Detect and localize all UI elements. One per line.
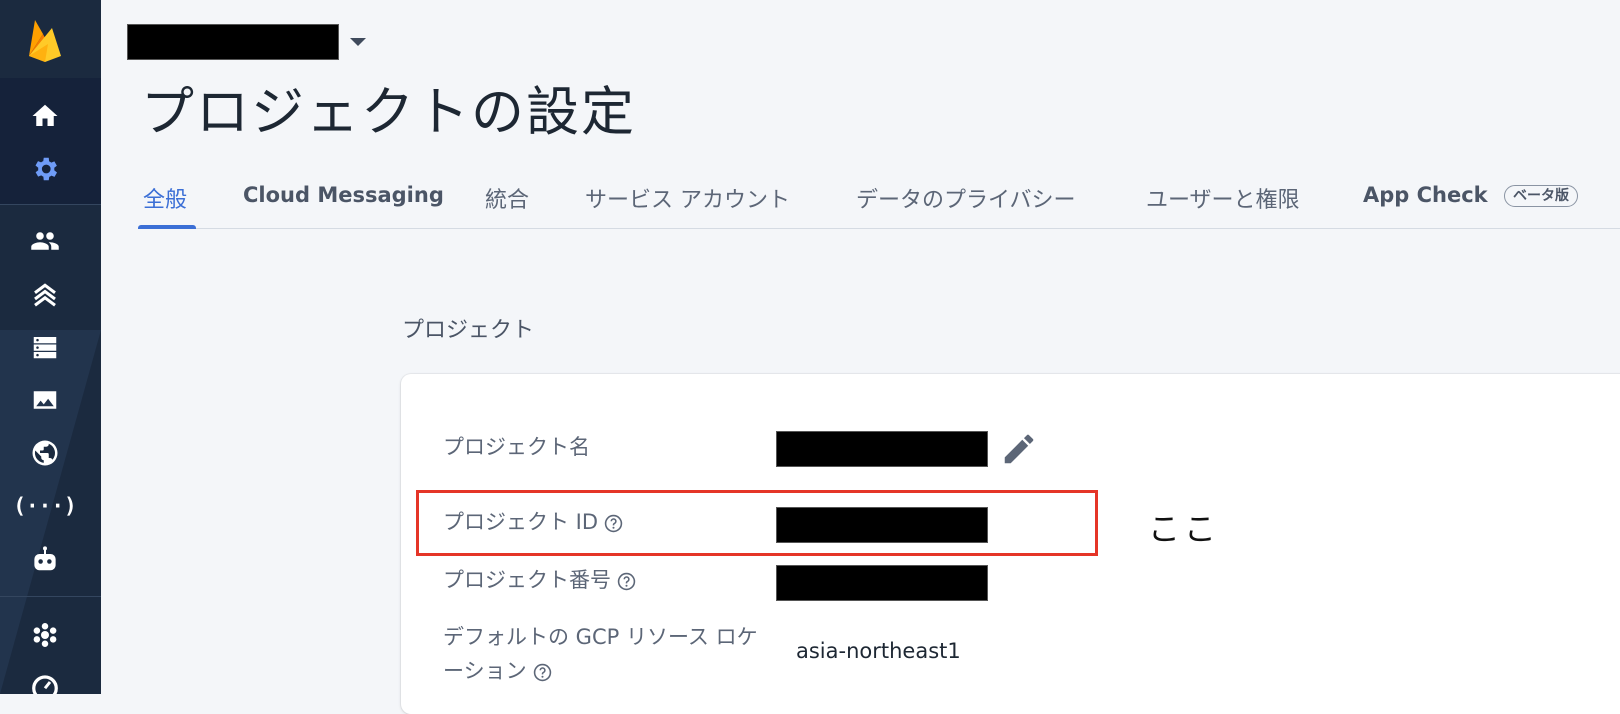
gcp-location-label-line2: ーション [443, 659, 527, 683]
tab-integrations[interactable]: 統合 [485, 182, 529, 214]
firebase-logo[interactable] [26, 16, 64, 64]
logo-area[interactable] [0, 0, 101, 79]
tab-label: 全般 [143, 188, 188, 213]
annotation-highlight-box [416, 490, 1098, 556]
functions-icon[interactable]: (···) [13, 489, 76, 523]
project-selector[interactable] [127, 24, 366, 60]
tab-label: サービス アカウント [585, 188, 790, 213]
sidebar: (···) [0, 0, 101, 694]
project-number-label: プロジェクト番号 [443, 563, 636, 597]
sidebar-divider [0, 596, 101, 597]
tab-users-permissions[interactable]: ユーザーと権限 [1146, 182, 1300, 214]
crashlytics-icon[interactable] [28, 618, 62, 652]
tab-label: データのプライバシー [856, 188, 1076, 213]
extensions-icon[interactable] [28, 277, 62, 311]
gcp-location-label: デフォルトの GCP リソース ロケ [443, 620, 758, 654]
gcp-location-value: asia-northeast1 [796, 639, 961, 663]
redacted-project-name [127, 24, 339, 60]
section-title: プロジェクト [402, 318, 535, 343]
tab-label: ユーザーと権限 [1146, 188, 1300, 213]
home-icon[interactable] [28, 99, 62, 133]
edit-pencil-icon[interactable] [1000, 430, 1038, 468]
tab-label: App Check [1363, 183, 1488, 207]
tab-general[interactable]: 全般 [143, 182, 187, 214]
help-icon[interactable] [533, 663, 552, 682]
storage-image-icon[interactable] [28, 383, 62, 417]
gcp-location-label-line1: デフォルトの GCP リソース ロケ [443, 625, 758, 649]
tab-data-privacy[interactable]: データのプライバシー [856, 182, 1076, 214]
annotation-text: ここ [1148, 510, 1221, 548]
help-icon[interactable] [617, 572, 636, 591]
tab-app-check[interactable]: App Check ベータ版 [1363, 183, 1578, 207]
hosting-globe-icon[interactable] [28, 436, 62, 470]
sidebar-divider [0, 204, 101, 205]
chevron-down-icon[interactable] [350, 38, 366, 46]
gcp-location-label-cont: ーション [443, 654, 552, 688]
page-title: プロジェクトの設定 [141, 82, 636, 143]
project-number-label-text: プロジェクト番号 [443, 568, 611, 592]
settings-icon[interactable] [28, 152, 62, 186]
active-tab-indicator [138, 225, 196, 229]
settings-tabs: 全般 Cloud Messaging 統合 サービス アカウント データのプライ… [138, 172, 1620, 229]
tab-label: Cloud Messaging [243, 183, 444, 207]
redacted-project-number-value [776, 565, 988, 601]
database-icon[interactable] [28, 330, 62, 364]
project-name-label: プロジェクト名 [443, 430, 590, 464]
tab-label: 統合 [485, 188, 530, 213]
project-name-label-text: プロジェクト名 [443, 435, 590, 459]
tab-service-accounts[interactable]: サービス アカウント [585, 182, 790, 214]
users-icon[interactable] [28, 224, 62, 258]
ml-robot-icon[interactable] [28, 542, 62, 576]
beta-badge: ベータ版 [1503, 185, 1578, 207]
performance-icon[interactable] [28, 670, 62, 694]
tab-cloud-messaging[interactable]: Cloud Messaging [243, 183, 444, 207]
redacted-project-name-value [776, 431, 988, 467]
